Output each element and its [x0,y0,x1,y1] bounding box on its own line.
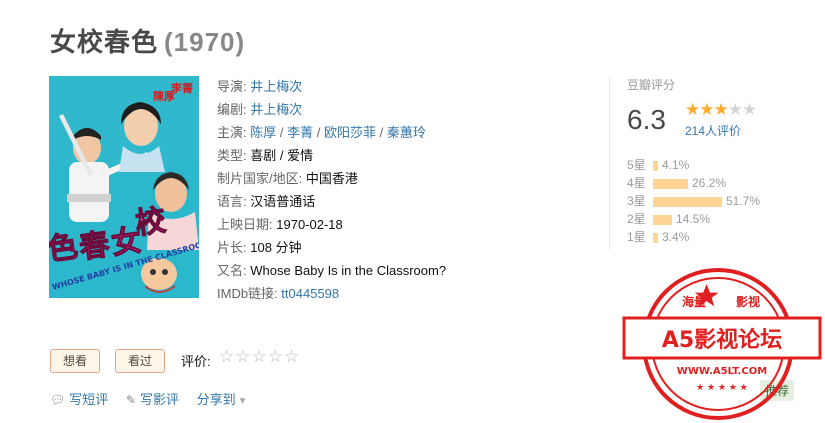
chevron-down-icon: ▼ [237,396,248,407]
rating-header: 豆瓣评分 [627,78,676,92]
cast-separator: / [379,125,384,140]
rating-dist-row: 2星 14.5% [627,210,760,228]
imdb-link[interactable]: tt0445598 [281,286,339,301]
watermark-main-text: A5影视论坛 [662,327,782,353]
genre-value: 喜剧 / 爱情 [250,148,314,163]
write-review-label: 写影评 [139,392,179,407]
watermark-top-left: 海量 [682,294,706,309]
pencil-icon: ✎ [125,393,136,407]
aka-row: 又名: Whose Baby Is in the Classroom? [217,259,446,282]
rate-label: 评价: [181,354,211,369]
rating-dist-percent: 26.2% [692,176,727,190]
poster-art: 女 校 春 色 李菁 陳厚 WHOSE BABY IS IN THE CLASS… [49,76,199,298]
rating-distribution: 5星 4.1% 4星 26.2% 3星 51.7% 2星 14.5% 1星 3.4% [627,156,760,246]
runtime-row: 片长: 108 分钟 [217,236,446,259]
language-value: 汉语普通话 [250,194,316,209]
runtime-label: 片长: [217,240,247,255]
genre-row: 类型: 喜剧 / 爱情 [217,144,446,167]
country-row: 制片国家/地区: 中国香港 [217,167,446,190]
movie-year: (1970) [164,27,246,57]
star-filled-icon: ★ [699,100,714,119]
watermark-stamp: 海量 影视 A5影视论坛 WWW.A5LT.COM ★ ★ ★ ★ ★ [622,268,822,420]
release-row: 上映日期: 1970-02-18 [217,213,446,236]
star-filled-icon: ★ [685,100,700,119]
language-label: 语言: [217,194,247,209]
writer-label: 编剧: [217,102,247,117]
cast-link[interactable]: 秦蕙玲 [387,125,426,140]
director-row: 导演: 井上梅次 [217,75,446,98]
rating-dist-percent: 14.5% [676,212,711,226]
movie-poster[interactable]: 女 校 春 色 李菁 陳厚 WHOSE BABY IS IN THE CLASS… [49,76,199,298]
rating-dist-bar [653,214,672,225]
rating-dist-label: 5星 [627,158,646,172]
watermark-dots: ★ ★ ★ ★ ★ [696,383,748,393]
rating-dist-percent: 4.1% [662,158,690,172]
rating-dist-bar [653,178,688,189]
poster-title-char: 色 [49,229,80,268]
rating-dist-label: 3星 [627,194,646,208]
rating-votes-link[interactable]: 214人评价 [685,122,741,139]
director-link[interactable]: 井上梅次 [250,79,302,94]
aka-value: Whose Baby Is in the Classroom? [250,263,447,278]
aka-label: 又名: [217,263,247,278]
comment-icon: 💬︎ [50,393,66,407]
release-value: 1970-02-18 [276,217,343,232]
country-label: 制片国家/地区: [217,171,303,186]
rating-dist-row: 3星 51.7% [627,192,760,210]
movie-title: 女校春色 [50,27,159,57]
movie-info: 导演: 井上梅次 编剧: 井上梅次 主演: 陈厚 / 李菁 / 欧阳莎菲 / 秦… [217,75,446,305]
cast-link[interactable]: 李菁 [287,125,313,140]
poster-title-char: 春 [77,227,112,266]
rating-dist-percent: 3.4% [662,230,690,244]
share-label: 分享到 [196,392,236,407]
want-to-watch-button[interactable]: 想看 [50,349,101,373]
page-title: 女校春色 (1970) [50,22,245,59]
cast-label: 主演: [217,125,247,140]
rating-dist-row: 5星 4.1% [627,156,760,174]
genre-label: 类型: [217,148,247,163]
writer-row: 编剧: 井上梅次 [217,98,446,121]
cast-separator: / [279,125,284,140]
rating-dist-percent: 51.7% [726,194,761,208]
rating-dist-bar [653,196,722,207]
star-empty-icon: ★ [727,100,743,119]
cast-link[interactable]: 欧阳莎菲 [324,125,376,140]
language-row: 语言: 汉语普通话 [217,190,446,213]
watermark-top-right: 影视 [736,294,760,309]
write-short-review-label: 写短评 [69,392,109,407]
cast-separator: / [316,125,321,140]
poster-cast-left: 陳厚 [153,89,175,103]
rating-score: 6.3 [627,104,666,135]
douban-rating-panel: 豆瓣评分 6.3 ★★★★★ 214人评价 5星 4.1% 4星 26.2% 3星 51.… [609,76,797,250]
rate-stars-input[interactable]: ☆☆☆☆☆ [219,347,300,367]
watched-button[interactable]: 看过 [115,349,166,373]
cast-row: 主演: 陈厚 / 李菁 / 欧阳莎菲 / 秦蕙玲 [217,121,446,144]
action-bar: 💬︎ 写短评 ✎ 写影评 分享到 ▼ [50,389,262,408]
write-review-link[interactable]: ✎ 写影评 [126,392,179,407]
imdb-label: IMDb链接: [217,286,278,301]
country-value: 中国香港 [305,171,358,186]
rating-stars: ★★★★★ [685,100,757,120]
star-empty-icon: ★ [742,100,757,119]
rating-dist-label: 4星 [627,176,646,190]
write-short-review-link[interactable]: 💬︎ 写短评 [50,392,108,407]
rating-dist-bar [653,160,658,171]
release-label: 上映日期: [217,217,273,232]
cast-link[interactable]: 陈厚 [250,125,276,140]
imdb-row: IMDb链接: tt0445598 [217,282,446,305]
watermark-url: WWW.A5LT.COM [677,366,767,377]
star-filled-icon: ★ [713,100,729,119]
rating-dist-bar [653,232,658,243]
share-dropdown[interactable]: 分享到 ▼ [197,392,248,407]
writer-link[interactable]: 井上梅次 [250,102,302,117]
director-label: 导演: [217,79,247,94]
poster-title-char: 校 [133,203,168,242]
rating-dist-row: 4星 26.2% [627,174,760,192]
rating-dist-row: 1星 3.4% [627,228,760,246]
runtime-value: 108 分钟 [250,240,302,255]
rating-dist-label: 2星 [627,212,646,226]
rating-dist-label: 1星 [627,230,646,244]
